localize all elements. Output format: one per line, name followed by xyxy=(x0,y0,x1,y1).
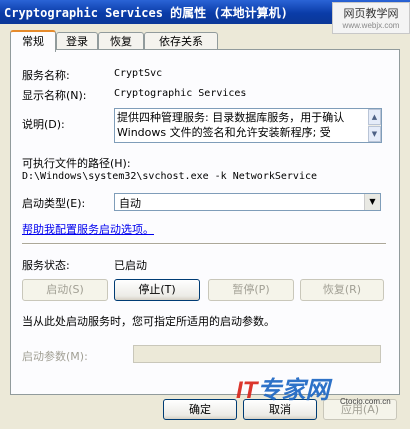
start-params-label: 启动参数(M): xyxy=(22,350,88,363)
pause-button[interactable]: 暂停(P) xyxy=(208,279,294,301)
ok-button[interactable]: 确定 xyxy=(163,399,237,420)
startup-type-value: 自动 xyxy=(119,197,141,210)
startup-type-label: 启动类型(E): xyxy=(22,197,86,210)
description-scrollbar[interactable]: ▲ ▼ xyxy=(368,109,381,142)
watermark-top-line2: www.webjx.com xyxy=(342,21,400,30)
path-label: 可执行文件的路径(H): xyxy=(22,157,131,170)
watermark-top: 网页教学网 www.webjx.com xyxy=(332,2,410,34)
service-status-label: 服务状态: xyxy=(22,259,70,272)
watermark-logo-rest: 专家网 xyxy=(257,377,330,404)
general-panel: 服务名称: CryptSvc 显示名称(N): Cryptographic Se… xyxy=(10,49,400,395)
start-params-input[interactable] xyxy=(133,345,381,363)
description-textbox[interactable]: 提供四种管理服务: 目录数据库服务，用于确认 Windows 文件的签名和允许安… xyxy=(114,108,382,143)
tab-recovery[interactable]: 恢复 xyxy=(98,32,144,50)
description-label: 说明(D): xyxy=(22,118,65,131)
help-configure-link[interactable]: 帮助我配置服务启动选项。 xyxy=(22,221,154,237)
service-status-value: 已启动 xyxy=(114,259,147,272)
service-name-label: 服务名称: xyxy=(22,69,70,82)
watermark-logo-it: IT xyxy=(236,377,258,404)
startup-type-select[interactable]: 自动 ▼ xyxy=(114,193,381,211)
start-params-hint: 当从此处启动服务时，您可指定所适用的启动参数。 xyxy=(22,315,275,328)
display-name-value: Cryptographic Services xyxy=(114,88,247,99)
watermark-sub: Ctocio.com.cn xyxy=(340,397,391,406)
tab-dependencies[interactable]: 依存关系 xyxy=(144,32,218,50)
tab-general[interactable]: 常规 xyxy=(10,30,56,52)
resume-button[interactable]: 恢复(R) xyxy=(300,279,384,301)
scroll-up-icon[interactable]: ▲ xyxy=(368,109,381,125)
watermark-top-line1: 网页教学网 xyxy=(343,8,399,20)
stop-button[interactable]: 停止(T) xyxy=(114,279,200,301)
divider xyxy=(22,243,386,245)
service-name-value: CryptSvc xyxy=(114,68,163,79)
path-value: D:\Windows\system32\svchost.exe -k Netwo… xyxy=(22,171,318,182)
tab-logon[interactable]: 登录 xyxy=(56,32,98,50)
description-text: 提供四种管理服务: 目录数据库服务，用于确认 Windows 文件的签名和允许安… xyxy=(117,111,345,139)
start-button[interactable]: 启动(S) xyxy=(22,279,108,301)
display-name-label: 显示名称(N): xyxy=(22,89,87,102)
window-title: Cryptographic Services 的属性 (本地计算机) xyxy=(4,6,288,20)
chevron-down-icon[interactable]: ▼ xyxy=(364,194,380,210)
scroll-down-icon[interactable]: ▼ xyxy=(368,126,381,142)
